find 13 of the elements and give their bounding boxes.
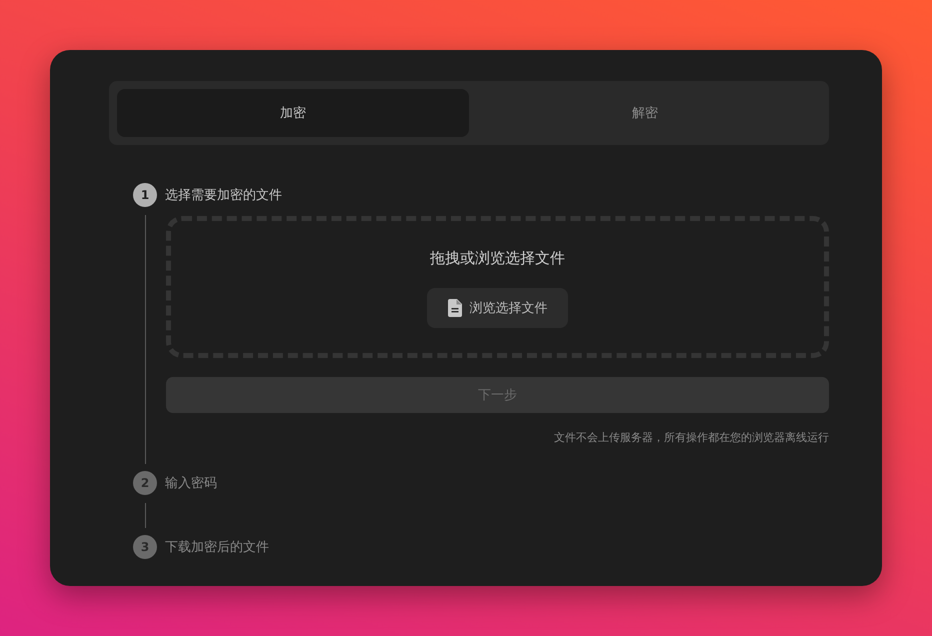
tab[interactable]: 加密: [117, 89, 469, 137]
tab[interactable]: 解密: [469, 89, 821, 137]
drop-prompt: 拖拽或浏览选择文件: [430, 249, 565, 268]
step-title: 选择需要加密的文件: [165, 187, 282, 204]
step-number: 2: [133, 471, 157, 495]
step-number: 3: [133, 535, 157, 559]
step-number: 1: [133, 183, 157, 207]
file-drop-zone[interactable]: 拖拽或浏览选择文件 浏览选择文件: [166, 216, 829, 358]
step-title: 输入密码: [165, 475, 217, 492]
privacy-note: 文件不会上传服务器，所有操作都在您的浏览器离线运行: [553, 430, 829, 445]
step-title: 下载加密后的文件: [165, 539, 269, 556]
file-icon: [448, 299, 462, 317]
browse-button[interactable]: 浏览选择文件: [427, 288, 568, 328]
